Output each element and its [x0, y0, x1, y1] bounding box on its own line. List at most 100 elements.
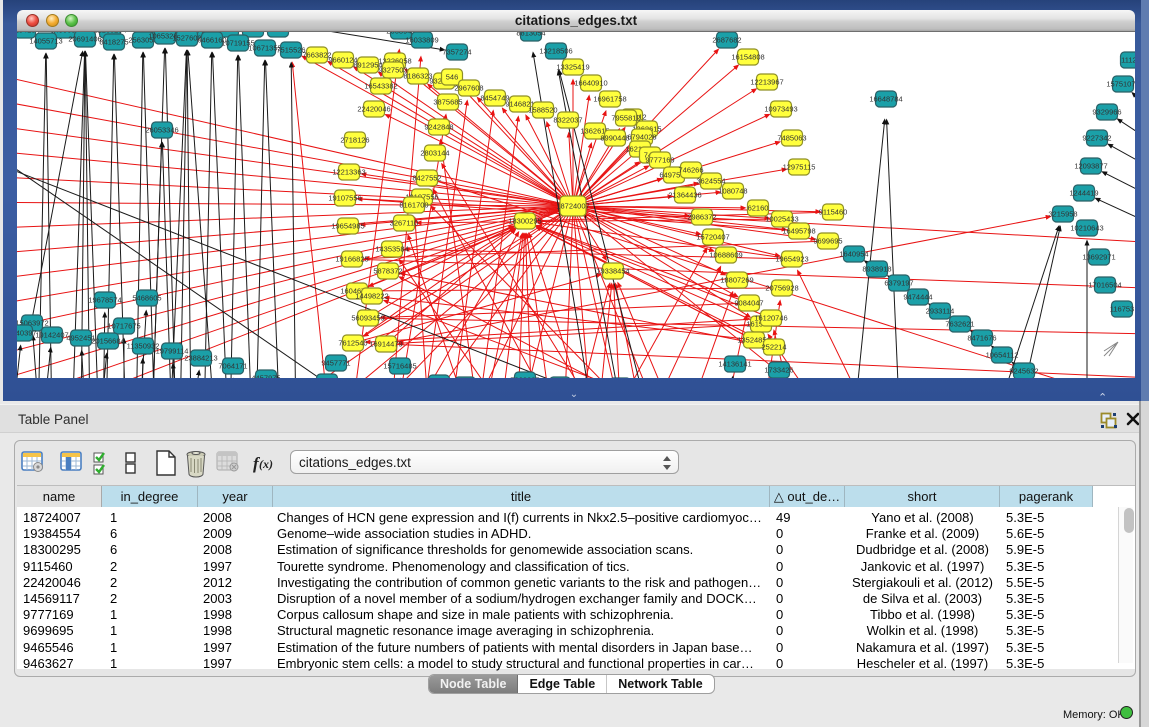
- svg-text:8813054: 8813054: [516, 32, 545, 38]
- svg-text:10210643: 10210643: [1070, 224, 1103, 233]
- svg-text:7064171: 7064171: [218, 362, 247, 371]
- svg-text:8161700: 8161700: [399, 201, 428, 210]
- svg-text:6794028: 6794028: [627, 133, 656, 142]
- svg-text:7632621: 7632621: [945, 320, 974, 329]
- svg-text:16543382: 16543382: [364, 82, 397, 91]
- svg-text:3215958: 3215958: [1048, 210, 1077, 219]
- svg-text:11350932: 11350932: [127, 342, 160, 351]
- svg-text:20515263: 20515263: [310, 378, 343, 379]
- svg-text:14498222: 14498222: [355, 292, 388, 301]
- svg-text:19654985: 19654985: [331, 222, 364, 231]
- svg-text:1588520: 1588520: [528, 106, 557, 115]
- svg-text:9242848: 9242848: [424, 123, 453, 132]
- svg-text:15716485: 15716485: [383, 362, 416, 371]
- svg-text:7303905: 7303905: [510, 376, 539, 379]
- svg-text:15720407: 15720407: [696, 233, 729, 242]
- svg-text:9227342: 9227342: [1082, 134, 1111, 143]
- svg-text:21364436: 21364436: [668, 191, 701, 200]
- svg-text:3267110: 3267110: [390, 219, 419, 228]
- svg-text:(x): (x): [259, 457, 273, 471]
- svg-text:16961758: 16961758: [593, 95, 626, 104]
- svg-text:19678574: 19678574: [88, 296, 121, 305]
- svg-text:10025433: 10025433: [765, 215, 798, 224]
- svg-text:12213363: 12213363: [332, 168, 365, 177]
- svg-text:1080748: 1080748: [718, 187, 747, 196]
- svg-text:15751074: 15751074: [1106, 80, 1135, 89]
- svg-text:8938918: 8938918: [862, 265, 891, 274]
- svg-text:7485063: 7485063: [777, 134, 806, 143]
- svg-text:1733426: 1733426: [764, 366, 793, 375]
- svg-text:8427552: 8427552: [412, 174, 441, 183]
- svg-text:10654112: 10654112: [986, 351, 1019, 360]
- svg-text:19107556: 19107556: [328, 194, 361, 203]
- svg-text:8471676: 8471676: [967, 334, 996, 343]
- svg-text:16495798: 16495798: [782, 227, 815, 236]
- svg-text:9084047: 9084047: [734, 299, 763, 308]
- svg-text:18724007: 18724007: [556, 202, 589, 211]
- svg-text:20156684: 20156684: [91, 337, 124, 346]
- svg-text:8322037: 8322037: [553, 116, 582, 125]
- svg-text:14055713: 14055713: [29, 37, 62, 46]
- svg-text:10717675: 10717675: [107, 322, 140, 331]
- svg-text:17016504: 17016504: [1088, 281, 1121, 290]
- svg-text:9245632: 9245632: [1009, 367, 1038, 376]
- svg-text:8186323: 8186323: [403, 72, 432, 81]
- svg-text:2687682: 2687682: [712, 36, 741, 45]
- svg-text:18300295: 18300295: [508, 217, 541, 226]
- svg-text:16914479: 16914479: [369, 340, 402, 349]
- svg-text:1640954: 1640954: [839, 250, 868, 259]
- svg-text:16154808: 16154808: [731, 53, 764, 62]
- svg-text:9457771: 9457771: [321, 359, 350, 368]
- svg-text:252214: 252214: [761, 343, 786, 352]
- svg-text:12093877: 12093877: [1074, 162, 1107, 171]
- svg-text:56093459: 56093459: [351, 314, 384, 323]
- svg-text:116753: 116753: [1110, 305, 1134, 314]
- svg-text:14136141: 14136141: [718, 360, 751, 369]
- svg-text:9777169: 9777169: [645, 156, 674, 165]
- svg-text:4457975: 4457975: [251, 374, 280, 379]
- svg-text:23884213: 23884213: [184, 354, 217, 363]
- svg-text:19142407: 19142407: [35, 331, 68, 340]
- svg-text:6379197: 6379197: [884, 279, 913, 288]
- svg-text:14353584: 14353584: [375, 245, 408, 254]
- svg-text:1244419: 1244419: [1069, 189, 1098, 198]
- svg-text:18807269: 18807269: [720, 276, 753, 285]
- svg-text:12213967: 12213967: [750, 78, 783, 87]
- svg-text:14310388: 14310388: [261, 32, 294, 34]
- svg-text:3875685: 3875685: [433, 98, 462, 107]
- svg-text:13218506: 13218506: [539, 47, 572, 56]
- svg-text:2803144: 2803144: [420, 149, 449, 158]
- svg-text:3624554: 3624554: [696, 177, 725, 186]
- svg-text:5840397: 5840397: [17, 329, 37, 338]
- svg-text:5878372: 5878372: [373, 267, 402, 276]
- svg-text:2986372: 2986372: [687, 213, 716, 222]
- svg-text:7955812: 7955812: [611, 114, 640, 123]
- svg-text:26053346: 26053346: [145, 126, 178, 135]
- svg-text:10688609: 10688609: [709, 251, 742, 260]
- svg-text:13325419: 13325419: [556, 63, 589, 72]
- svg-text:20691406: 20691406: [68, 35, 101, 44]
- svg-text:9699695: 9699695: [813, 237, 842, 246]
- svg-text:546: 546: [446, 73, 459, 82]
- svg-text:8990448: 8990448: [600, 134, 629, 143]
- svg-text:7357274: 7357274: [442, 48, 471, 57]
- svg-text:13692971: 13692971: [1082, 253, 1115, 262]
- svg-text:16640910: 16640910: [574, 79, 607, 88]
- svg-text:20756928: 20756928: [765, 284, 798, 293]
- svg-text:19166825: 19166825: [335, 255, 368, 264]
- svg-text:2718126: 2718126: [340, 136, 369, 145]
- svg-text:16120746: 16120746: [754, 314, 787, 323]
- svg-text:10973493: 10973493: [764, 105, 797, 114]
- svg-text:8418275: 8418275: [99, 38, 128, 47]
- svg-text:22420046: 22420046: [357, 105, 390, 114]
- svg-text:7663822: 7663822: [302, 51, 331, 60]
- svg-text:19338454: 19338454: [596, 267, 629, 276]
- svg-text:19654923: 19654923: [775, 255, 808, 264]
- svg-text:16033809: 16033809: [405, 36, 438, 45]
- svg-text:9329966: 9329966: [1092, 108, 1121, 117]
- svg-text:9115460: 9115460: [819, 208, 848, 217]
- svg-text:7612540: 7612540: [338, 339, 367, 348]
- svg-text:62160: 62160: [748, 204, 769, 213]
- svg-text:2967608: 2967608: [454, 84, 483, 93]
- svg-text:2933114: 2933114: [926, 307, 955, 316]
